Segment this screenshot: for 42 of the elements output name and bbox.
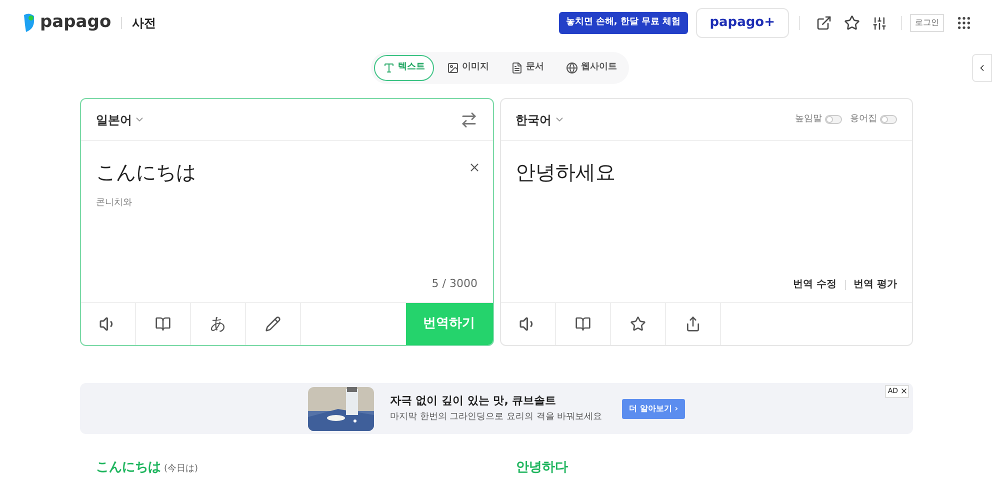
share-icon[interactable] (816, 15, 832, 31)
share-icon (684, 316, 700, 332)
close-icon[interactable] (468, 161, 480, 174)
star-icon[interactable] (844, 15, 860, 31)
toggle-label: 용어집 (850, 112, 877, 126)
parrot-logo-icon (22, 13, 36, 33)
mode-tab[interactable]: 이미지 (438, 55, 498, 81)
text-icon (383, 62, 395, 74)
ad-subtitle: 마지막 한번의 그라인딩으로 요리의 격을 바꿔보세요 (390, 411, 602, 424)
side-panel-toggle[interactable] (972, 54, 992, 82)
globe-icon (566, 62, 578, 74)
toggle-switch[interactable] (825, 115, 842, 124)
settings-icon[interactable] (872, 16, 887, 30)
mode-tab[interactable]: 웹사이트 (557, 55, 626, 81)
translation-text: 안녕하세요 (516, 159, 616, 186)
papago-plus-button[interactable]: papago+ (696, 8, 789, 38)
promo-tooltip[interactable]: 놓치면 손해, 한달 무료 체험 (558, 12, 688, 34)
apps-grid-icon[interactable] (956, 15, 972, 31)
close-icon[interactable] (900, 387, 908, 396)
mode-tab[interactable]: 문서 (502, 55, 553, 81)
target-language-select[interactable]: 한국어 (516, 110, 564, 128)
pronunciation-button[interactable]: あ (191, 303, 246, 345)
login-button[interactable]: 로그인 (910, 14, 944, 32)
character-count: 5 / 3000 (432, 276, 478, 292)
dictionary-link[interactable]: 사전 (132, 14, 156, 32)
toggle-switch[interactable] (880, 115, 897, 124)
feedback-link[interactable]: 번역 평가 (854, 277, 897, 292)
star-icon (630, 316, 646, 332)
document-icon (511, 62, 523, 74)
feedback-link[interactable]: 번역 수정 (793, 277, 837, 292)
pronunciation-text: 콘니치와 (96, 197, 133, 210)
ad-title: 자극 없이 깊이 있는 맛, 큐브솔트 (390, 392, 558, 408)
logo-text[interactable]: papago (40, 10, 112, 36)
image-icon (447, 62, 459, 74)
toggle-label: 높임말 (795, 112, 822, 126)
swap-icon[interactable] (460, 110, 478, 128)
source-language-select[interactable]: 일본어 (96, 110, 145, 128)
book-icon (574, 316, 590, 332)
pencil-icon (265, 316, 281, 332)
book-icon (155, 316, 171, 332)
dictionary-reading: (今日は) (164, 463, 198, 476)
source-text-input[interactable]: こんにちは (96, 157, 478, 187)
